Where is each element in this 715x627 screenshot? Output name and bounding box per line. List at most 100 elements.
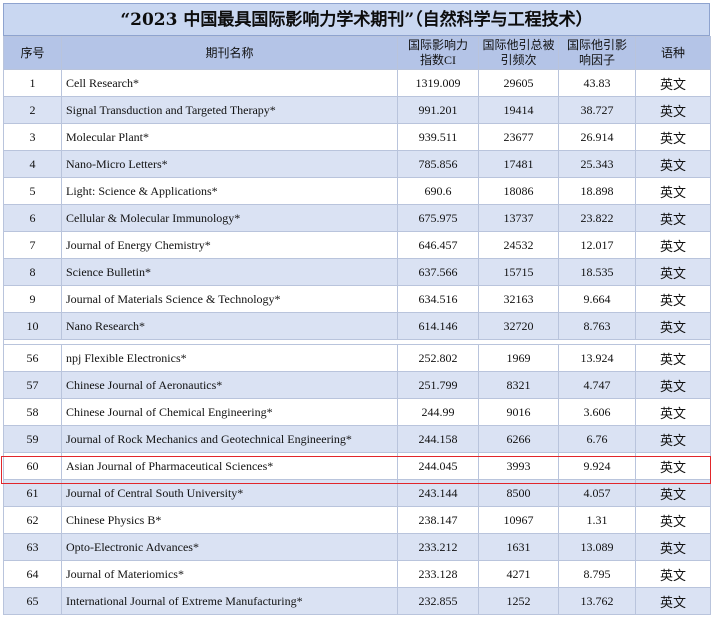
- cell-ci: 675.975: [397, 204, 479, 232]
- cell-impact-factor: 1.31: [558, 506, 636, 534]
- cell-journal-name: Journal of Materiomics*: [61, 560, 398, 588]
- table-title: “2023 中国最具国际影响力学术期刊”（自然科学与工程技术）: [3, 3, 710, 36]
- table-row: 9 Journal of Materials Science & Technolo…: [3, 285, 711, 313]
- table-row: 60 Asian Journal of Pharmaceutical Scienc…: [3, 452, 711, 480]
- cell-ci: 991.201: [397, 96, 479, 124]
- cell-ci: 244.045: [397, 452, 479, 480]
- table-row: 1 Cell Research* 1319.009 29605 43.83 英文: [3, 69, 711, 97]
- cell-language: 英文: [635, 344, 711, 372]
- cell-impact-factor: 25.343: [558, 150, 636, 178]
- cell-cites: 3993: [478, 452, 559, 480]
- cell-impact-factor: 8.763: [558, 312, 636, 340]
- cell-ci: 939.511: [397, 123, 479, 151]
- cell-journal-name: Journal of Energy Chemistry*: [61, 231, 398, 259]
- table-row: 4 Nano-Micro Letters* 785.856 17481 25.343 英文: [3, 150, 711, 178]
- cell-cites: 6266: [478, 425, 559, 453]
- cell-ci: 232.855: [397, 587, 479, 615]
- cell-seq: 57: [3, 371, 62, 399]
- table-row: 10 Nano Research* 614.146 32720 8.763 英文: [3, 312, 711, 340]
- cell-journal-name: Cellular & Molecular Immunology*: [61, 204, 398, 232]
- table-row: 58 Chinese Journal of Chemical Engineerin…: [3, 398, 711, 426]
- header-ci-line2: 指数CI: [419, 53, 456, 67]
- cell-cites: 24532: [478, 231, 559, 259]
- header-seq: 序号: [3, 36, 62, 70]
- table-row: 2 Signal Transduction and Targeted Therap…: [3, 96, 711, 124]
- header-name: 期刊名称: [61, 36, 398, 70]
- cell-seq: 2: [3, 96, 62, 124]
- cell-cites: 18086: [478, 177, 559, 205]
- table-row: 61 Journal of Central South University* 24…: [3, 479, 711, 507]
- cell-ci: 634.516: [397, 285, 479, 313]
- cell-cites: 1969: [478, 344, 559, 372]
- cell-ci: 785.856: [397, 150, 479, 178]
- table-row: 8 Science Bulletin* 637.566 15715 18.535 英文: [3, 258, 711, 286]
- cell-ci: 252.802: [397, 344, 479, 372]
- cell-cites: 8321: [478, 371, 559, 399]
- cell-journal-name: Journal of Central South University*: [61, 479, 398, 507]
- cell-journal-name: Light: Science & Applications*: [61, 177, 398, 205]
- cell-language: 英文: [635, 96, 711, 124]
- header-cites-line1: 国际他引总被: [482, 38, 555, 52]
- cell-ci: 690.6: [397, 177, 479, 205]
- cell-seq: 3: [3, 123, 62, 151]
- cell-journal-name: Journal of Rock Mechanics and Geotechnic…: [61, 425, 398, 453]
- cell-ci: 244.99: [397, 398, 479, 426]
- cell-seq: 6: [3, 204, 62, 232]
- cell-journal-name: Opto-Electronic Advances*: [61, 533, 398, 561]
- cell-ci: 614.146: [397, 312, 479, 340]
- table-row: 62 Chinese Physics B* 238.147 10967 1.31 英文: [3, 506, 711, 534]
- cell-seq: 62: [3, 506, 62, 534]
- header-row: 序号 期刊名称 国际影响力 指数CI 国际他引总被 引频次 国际他引影 响因子 …: [3, 36, 711, 70]
- cell-seq: 56: [3, 344, 62, 372]
- cell-cites: 10967: [478, 506, 559, 534]
- cell-impact-factor: 23.822: [558, 204, 636, 232]
- cell-impact-factor: 6.76: [558, 425, 636, 453]
- header-ci: 国际影响力 指数CI: [397, 36, 479, 70]
- cell-ci: 244.158: [397, 425, 479, 453]
- cell-language: 英文: [635, 533, 711, 561]
- header-lang: 语种: [635, 36, 711, 70]
- cell-journal-name: Journal of Materials Science & Technolog…: [61, 285, 398, 313]
- cell-seq: 60: [3, 452, 62, 480]
- cell-journal-name: International Journal of Extreme Manufac…: [61, 587, 398, 615]
- cell-cites: 19414: [478, 96, 559, 124]
- cell-cites: 8500: [478, 479, 559, 507]
- table-row: 3 Molecular Plant* 939.511 23677 26.914 英文: [3, 123, 711, 151]
- cell-seq: 7: [3, 231, 62, 259]
- cell-language: 英文: [635, 312, 711, 340]
- cell-ci: 646.457: [397, 231, 479, 259]
- cell-seq: 64: [3, 560, 62, 588]
- cell-seq: 61: [3, 479, 62, 507]
- header-if: 国际他引影 响因子: [558, 36, 636, 70]
- cell-cites: 29605: [478, 69, 559, 97]
- ranking-table-frame: “2023 中国最具国际影响力学术期刊”（自然科学与工程技术） 序号 期刊名称 …: [3, 3, 711, 622]
- cell-seq: 58: [3, 398, 62, 426]
- cell-cites: 1631: [478, 533, 559, 561]
- cell-language: 英文: [635, 69, 711, 97]
- cell-ci: 243.144: [397, 479, 479, 507]
- cell-language: 英文: [635, 425, 711, 453]
- table-row: 65 International Journal of Extreme Manuf…: [3, 587, 711, 615]
- cell-seq: 59: [3, 425, 62, 453]
- cell-journal-name: Chinese Physics B*: [61, 506, 398, 534]
- cell-impact-factor: 26.914: [558, 123, 636, 151]
- cell-impact-factor: 13.089: [558, 533, 636, 561]
- cell-journal-name: Chinese Journal of Aeronautics*: [61, 371, 398, 399]
- cell-impact-factor: 4.057: [558, 479, 636, 507]
- table-row: 59 Journal of Rock Mechanics and Geotechn…: [3, 425, 711, 453]
- cell-seq: 8: [3, 258, 62, 286]
- cell-seq: 5: [3, 177, 62, 205]
- cell-seq: 65: [3, 587, 62, 615]
- cell-impact-factor: 9.664: [558, 285, 636, 313]
- cell-seq: 4: [3, 150, 62, 178]
- cell-language: 英文: [635, 371, 711, 399]
- cell-journal-name: Chinese Journal of Chemical Engineering*: [61, 398, 398, 426]
- cell-journal-name: Cell Research*: [61, 69, 398, 97]
- cell-ci: 637.566: [397, 258, 479, 286]
- cell-language: 英文: [635, 204, 711, 232]
- table-row: 6 Cellular & Molecular Immunology* 675.975…: [3, 204, 711, 232]
- cell-impact-factor: 4.747: [558, 371, 636, 399]
- cell-cites: 9016: [478, 398, 559, 426]
- cell-cites: 13737: [478, 204, 559, 232]
- header-if-line2: 响因子: [578, 53, 615, 67]
